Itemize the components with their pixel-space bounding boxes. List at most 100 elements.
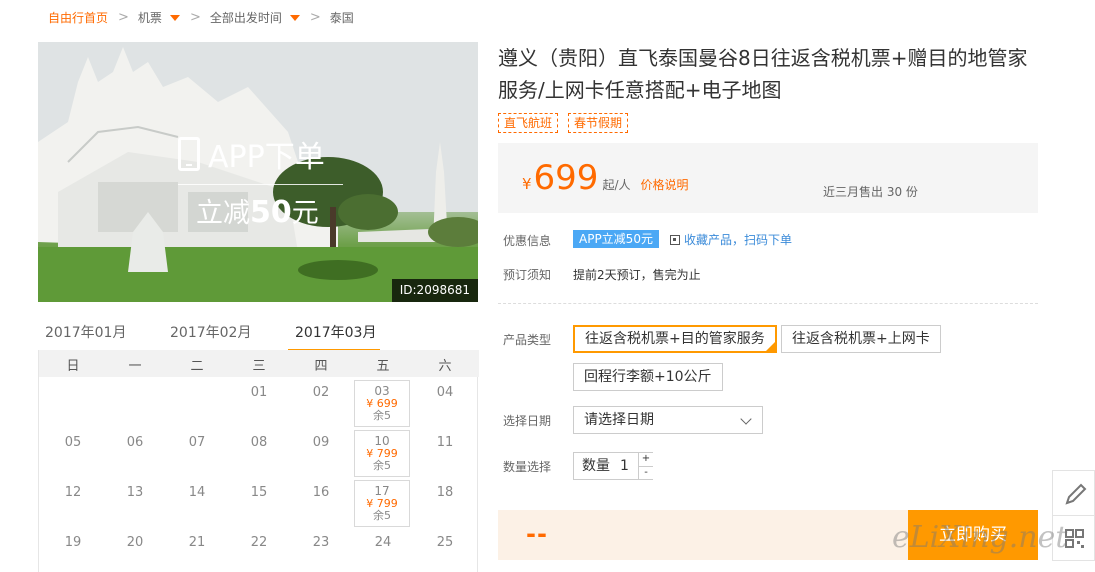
option-extra-baggage[interactable]: 回程行李额+10公斤 xyxy=(573,363,723,391)
calendar-day: 02 xyxy=(312,385,330,400)
links-separator: ， xyxy=(732,233,745,247)
day-remaining: 余5 xyxy=(373,409,391,422)
weekday-header: 日 一 二 三 四 五 六 xyxy=(39,350,479,377)
option-ticket-with-butler[interactable]: 往返含税机票+目的管家服务 xyxy=(573,325,777,353)
price-explain-link[interactable]: 价格说明 xyxy=(641,176,689,193)
chevron-down-icon xyxy=(740,413,752,425)
calendar-day: 24 xyxy=(374,535,392,550)
favorite-product-link[interactable]: 收藏产品 xyxy=(684,231,732,248)
calendar-day: 20 xyxy=(126,535,144,550)
quantity-label: 数量选择 xyxy=(503,460,552,474)
breadcrumb-thailand: 泰国 xyxy=(329,10,354,25)
calendar-day-available[interactable]: 10 ¥ 799 余5 xyxy=(354,430,410,477)
breadcrumb-separator: > xyxy=(118,9,129,25)
calendar-day: 01 xyxy=(250,385,268,400)
calendar-day: 04 xyxy=(436,385,454,400)
calendar-day: 13 xyxy=(126,485,144,500)
calendar-day: 19 xyxy=(64,535,82,550)
breadcrumb-separator: > xyxy=(309,9,321,25)
qr-code-icon xyxy=(670,234,680,245)
app-promo-line1: APP下单 xyxy=(178,132,343,176)
calendar-day: 07 xyxy=(188,435,206,450)
calendar-day: 06 xyxy=(126,435,144,450)
price-display: ¥ 699 起/人 价格说明 xyxy=(522,161,689,195)
calendar-day: 18 xyxy=(436,485,454,500)
phone-icon xyxy=(178,137,200,171)
day-number: 03 xyxy=(374,384,390,398)
calendar-day: 21 xyxy=(188,535,206,550)
month-tabs: 2017年01月 2017年02月 2017年03月 xyxy=(38,316,478,352)
price-panel: ¥ 699 起/人 价格说明 近三月售出 30 份 xyxy=(498,143,1038,213)
breadcrumb-departure-label: 全部出发时间 xyxy=(209,10,282,25)
option-ticket-with-sim[interactable]: 往返含税机票+上网卡 xyxy=(781,325,941,353)
calendar-day-available[interactable]: 17 ¥ 799 余5 xyxy=(354,480,410,527)
calendar-day: 11 xyxy=(436,435,454,450)
calendar-day: 14 xyxy=(188,485,206,500)
weekday-sun: 日 xyxy=(66,359,80,374)
calendar-day: 05 xyxy=(64,435,82,450)
weekday-thu: 四 xyxy=(314,359,328,374)
breadcrumb-separator: > xyxy=(189,9,201,25)
quantity-prefix: 数量 xyxy=(582,458,610,474)
promo-divider xyxy=(178,184,343,185)
watermark: eLiXing.net xyxy=(892,520,1068,555)
calendar-day: 25 xyxy=(436,535,454,550)
day-remaining: 余5 xyxy=(373,509,391,522)
quantity-value[interactable]: 1 xyxy=(620,453,629,479)
calendar-day: 08 xyxy=(250,435,268,450)
weekday-fri: 五 xyxy=(376,359,390,374)
product-tags: 直飞航班 春节假期 xyxy=(498,113,629,133)
breadcrumb-home-link[interactable]: 自由行首页 xyxy=(48,9,108,26)
tab-month-jan[interactable]: 2017年01月 xyxy=(45,322,126,342)
calendar-day: 23 xyxy=(312,535,330,550)
scan-to-order-link[interactable]: 扫码下单 xyxy=(744,231,792,248)
product-id-label: ID:2098681 xyxy=(391,279,478,302)
weekday-wed: 三 xyxy=(252,359,266,374)
product-type-label: 产品类型 xyxy=(503,333,552,347)
action-links: 收藏产品 ， 扫码下单 xyxy=(670,231,792,248)
weekday-sat: 六 xyxy=(438,359,452,374)
discount-label: 优惠信息 xyxy=(503,234,552,248)
breadcrumb-flights-dropdown[interactable]: 机票 xyxy=(138,9,180,26)
date-select[interactable]: 请选择日期 xyxy=(573,406,763,434)
promo-discount-prefix: 立减 xyxy=(196,198,250,229)
app-promo-line2: 立减50元 xyxy=(178,191,343,230)
tab-month-feb[interactable]: 2017年02月 xyxy=(170,322,251,342)
sold-count: 近三月售出 30 份 xyxy=(823,185,918,199)
calendar-day: 22 xyxy=(250,535,268,550)
tag-direct-flight: 直飞航班 xyxy=(498,113,559,133)
booking-notice-text: 提前2天预订，售完为止 xyxy=(573,268,701,282)
calendar-day: 12 xyxy=(64,485,82,500)
feedback-tool[interactable] xyxy=(1052,470,1095,516)
booking-notice-label: 预订须知 xyxy=(503,268,552,282)
app-discount-badge: APP立减50元 xyxy=(573,230,659,248)
pencil-icon xyxy=(1065,483,1087,505)
app-promo-banner: APP下单 立减50元 xyxy=(178,132,343,230)
price-unit: 起/人 xyxy=(602,178,631,192)
divider xyxy=(498,303,1038,304)
calendar-day-available[interactable]: 03 ¥ 699 余5 xyxy=(354,380,410,427)
date-calendar: 日 一 二 三 四 五 六 01 02 03 ¥ 699 余5 04 05 06… xyxy=(38,350,479,572)
caret-down-icon xyxy=(169,15,180,21)
breadcrumb-flights-label: 机票 xyxy=(137,10,162,25)
day-number: 17 xyxy=(374,484,390,498)
quantity-plus-button[interactable]: + xyxy=(638,453,653,466)
day-remaining: 余5 xyxy=(373,459,391,472)
product-image: APP下单 立减50元 ID:2098681 xyxy=(38,42,478,302)
promo-discount-unit: 元 xyxy=(291,198,319,229)
weekday-tue: 二 xyxy=(190,359,204,374)
app-order-text: APP下单 xyxy=(208,140,325,175)
caret-down-icon xyxy=(289,15,300,21)
calendar-day: 16 xyxy=(312,485,330,500)
tag-spring-festival: 春节假期 xyxy=(568,113,629,133)
price-amount: 699 xyxy=(533,158,599,198)
date-select-label: 选择日期 xyxy=(503,414,552,428)
day-number: 10 xyxy=(374,434,390,448)
currency-symbol: ¥ xyxy=(522,175,532,193)
quantity-minus-button[interactable]: - xyxy=(638,466,653,479)
tab-month-mar[interactable]: 2017年03月 xyxy=(295,322,376,342)
total-price: -- xyxy=(526,520,548,548)
breadcrumb-departure-time-dropdown[interactable]: 全部出发时间 xyxy=(210,9,300,26)
promo-discount-amount: 50 xyxy=(250,195,292,230)
weekday-mon: 一 xyxy=(128,359,142,374)
